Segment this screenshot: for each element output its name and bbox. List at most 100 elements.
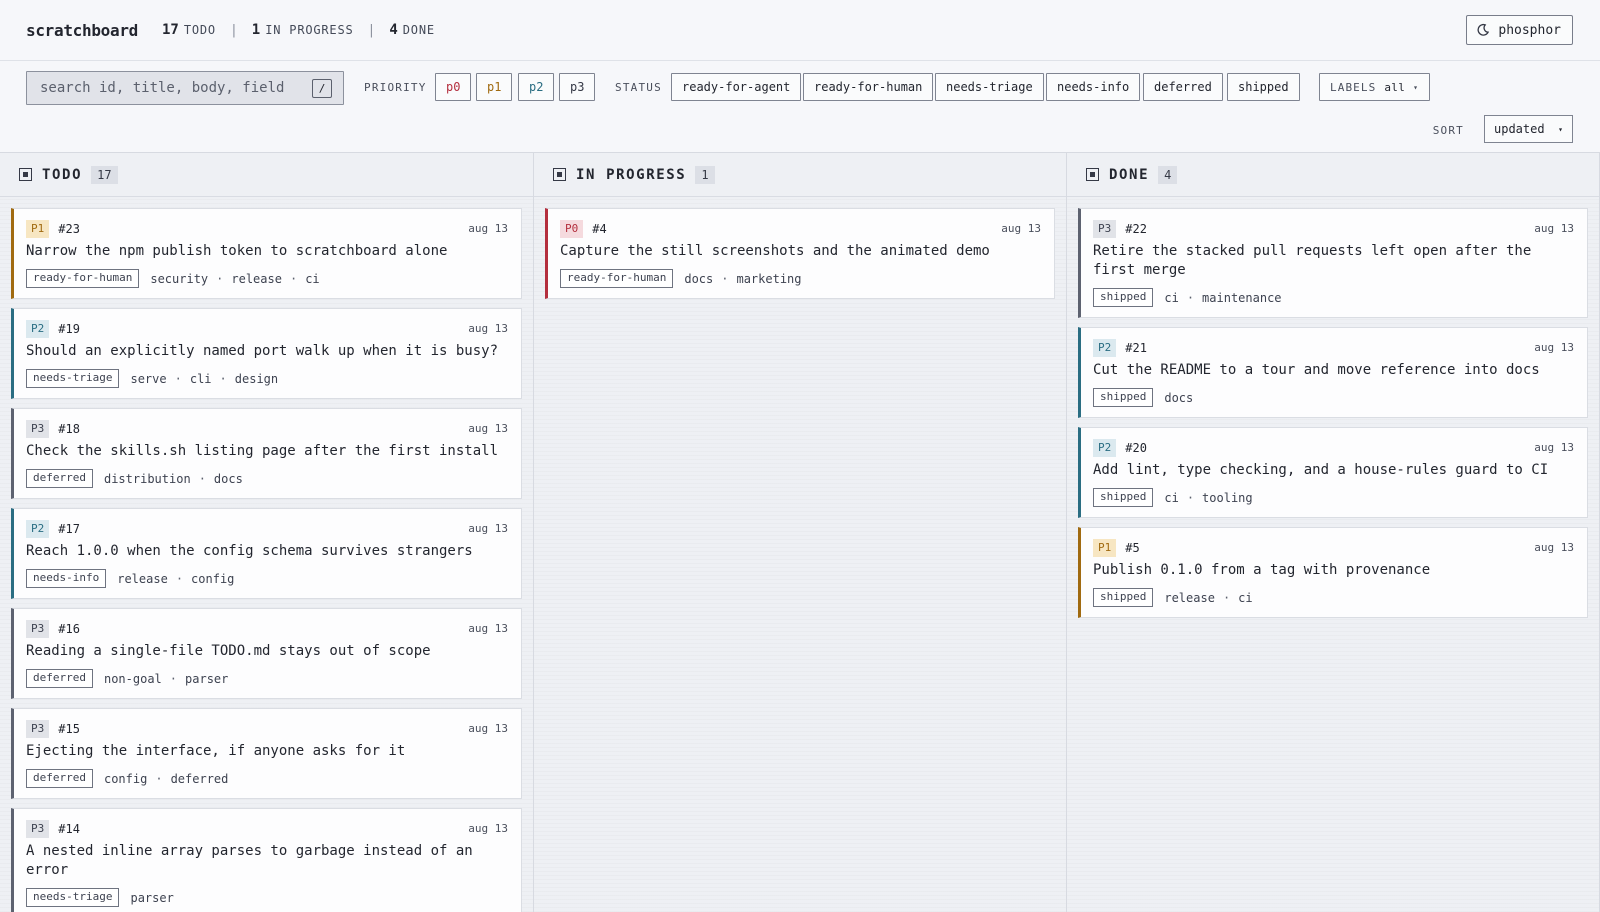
issue-card[interactable]: P3 #14 aug 13 A nested inline array parses … <box>11 808 522 912</box>
card-list: P3 #22 aug 13 Retire the stacked pull reque… <box>1067 197 1599 618</box>
issue-card[interactable]: P2 #17 aug 13 Reach 1.0.0 when the config s… <box>11 508 522 599</box>
issue-id: #22 <box>1125 221 1147 236</box>
issue-id: #23 <box>58 221 80 236</box>
issue-date: aug 13 <box>468 822 508 835</box>
priority-chip-p1[interactable]: p1 <box>476 73 513 101</box>
issue-date: aug 13 <box>468 422 508 435</box>
issue-label: design <box>234 371 279 386</box>
issue-label: docs <box>213 471 243 486</box>
priority-badge: P3 <box>26 619 50 638</box>
status-tag: shipped <box>1093 288 1154 307</box>
issue-card[interactable]: P2 #21 aug 13 Cut the README to a tour and … <box>1078 327 1588 418</box>
issue-date: aug 13 <box>1534 222 1574 235</box>
issue-card[interactable]: P0 #4 aug 13 Capture the still screenshots … <box>545 208 1055 299</box>
moon-icon <box>1477 23 1490 36</box>
column-square-icon <box>19 168 32 181</box>
top-bar: scratchboard 17 TODO | 1 IN PROGRESS | 4… <box>0 0 1600 60</box>
issue-card[interactable]: P1 #23 aug 13 Narrow the npm publish token … <box>11 208 522 299</box>
issue-id: #18 <box>58 421 80 436</box>
issue-date: aug 13 <box>1534 441 1574 454</box>
issue-card[interactable]: P3 #16 aug 13 Reading a single-file TODO.md… <box>11 608 522 699</box>
issue-date: aug 13 <box>1534 341 1574 354</box>
issue-id: #21 <box>1125 340 1147 355</box>
issue-label: ci <box>1164 290 1179 305</box>
issue-id: #5 <box>1125 540 1140 555</box>
theme-toggle-button[interactable]: phosphor <box>1466 15 1573 45</box>
status-tag: deferred <box>26 469 93 488</box>
column-count: 17 <box>91 165 118 184</box>
status-tag: needs-triage <box>26 888 120 907</box>
status-chip-needs-triage[interactable]: needs-triage <box>935 73 1044 101</box>
label-separator: · <box>216 271 224 286</box>
label-separator: · <box>1222 590 1231 605</box>
issue-date: aug 13 <box>468 622 508 635</box>
sort-dropdown[interactable]: updated ▾ <box>1484 115 1573 143</box>
issue-card[interactable]: P3 #22 aug 13 Retire the stacked pull reque… <box>1078 208 1588 318</box>
issue-card[interactable]: P2 #20 aug 13 Add lint, type checking, and … <box>1078 427 1588 518</box>
in-progress-count: 1 <box>251 22 261 38</box>
issue-title: Add lint, type checking, and a house-rul… <box>1093 462 1549 478</box>
issue-id: #14 <box>58 821 80 836</box>
issue-card[interactable]: P3 #15 aug 13 Ejecting the interface, if an… <box>11 708 522 799</box>
column-header: TODO 17 <box>0 153 533 197</box>
issue-date: aug 13 <box>468 522 508 535</box>
status-chip-shipped[interactable]: shipped <box>1227 73 1300 101</box>
status-chip-ready-for-human[interactable]: ready-for-human <box>803 73 934 101</box>
issue-label: docs <box>1164 390 1194 405</box>
priority-badge: P3 <box>26 719 50 738</box>
issue-title: Ejecting the interface, if anyone asks f… <box>26 743 406 759</box>
label-separator: · <box>1186 490 1195 505</box>
search-input[interactable] <box>40 80 312 96</box>
priority-badge: P3 <box>26 419 50 438</box>
status-chip-deferred[interactable]: deferred <box>1143 73 1223 101</box>
labels-dropdown-value: all <box>1384 80 1406 94</box>
column-square-icon <box>553 168 566 181</box>
done-count-label: DONE <box>402 23 435 37</box>
issue-label: parser <box>185 671 229 686</box>
issue-id: #19 <box>58 321 80 336</box>
priority-chip-p0[interactable]: p0 <box>435 73 472 101</box>
status-chip-ready-for-agent[interactable]: ready-for-agent <box>671 73 802 101</box>
issue-card[interactable]: P3 #18 aug 13 Check the skills.sh listing p… <box>11 408 522 499</box>
status-tag: needs-info <box>26 569 107 588</box>
issue-title: Reach 1.0.0 when the config schema survi… <box>26 543 473 559</box>
issue-card[interactable]: P2 #19 aug 13 Should an explicitly named po… <box>11 308 522 399</box>
labels-dropdown[interactable]: LABELS all ▾ <box>1319 73 1431 101</box>
board: TODO 17 P1 #23 aug 13 Narrow the npm publish … <box>0 153 1600 912</box>
status-tag: shipped <box>1093 488 1154 507</box>
issue-label: release <box>231 271 282 286</box>
labels-dropdown-label: LABELS <box>1330 80 1377 94</box>
done-count: 4 <box>389 22 398 38</box>
issue-label: marketing <box>736 271 802 286</box>
status-tag: shipped <box>1093 588 1154 607</box>
issue-title: Capture the still screenshots and the an… <box>560 243 990 259</box>
priority-chip-p2[interactable]: p2 <box>518 73 555 101</box>
status-tag: ready-for-human <box>26 269 140 288</box>
issue-id: #15 <box>58 721 80 736</box>
status-chip-needs-info[interactable]: needs-info <box>1046 73 1141 101</box>
card-list: P1 #23 aug 13 Narrow the npm publish token … <box>0 197 533 912</box>
issue-title: Cut the README to a tour and move refere… <box>1093 362 1540 378</box>
divider: | <box>229 22 238 38</box>
label-separator: · <box>155 771 163 786</box>
chevron-down-icon: ▾ <box>1558 124 1563 134</box>
issue-label: parser <box>130 890 174 905</box>
issue-id: #16 <box>58 621 80 636</box>
column-done: DONE 4 P3 #22 aug 13 Retire the stacked pull … <box>1067 153 1600 912</box>
search-box[interactable]: / <box>26 71 344 105</box>
status-tag: deferred <box>26 769 93 788</box>
priority-chip-p3[interactable]: p3 <box>559 73 596 101</box>
issue-label: serve <box>130 371 167 386</box>
label-separator: · <box>1186 290 1195 305</box>
priority-badge: P2 <box>26 519 50 538</box>
issue-label: cli <box>189 371 212 386</box>
issue-label: security <box>150 271 209 286</box>
todo-count: 17 <box>162 22 179 38</box>
issue-label: docs <box>684 271 714 286</box>
sort-value: updated <box>1494 122 1545 136</box>
issue-card[interactable]: P1 #5 aug 13 Publish 0.1.0 from a tag with … <box>1078 527 1588 618</box>
column-todo: TODO 17 P1 #23 aug 13 Narrow the npm publish … <box>0 153 534 912</box>
issue-label: maintenance <box>1202 290 1282 305</box>
status-filter-label: STATUS <box>615 81 662 94</box>
issue-title: Retire the stacked pull requests left op… <box>1093 243 1532 278</box>
